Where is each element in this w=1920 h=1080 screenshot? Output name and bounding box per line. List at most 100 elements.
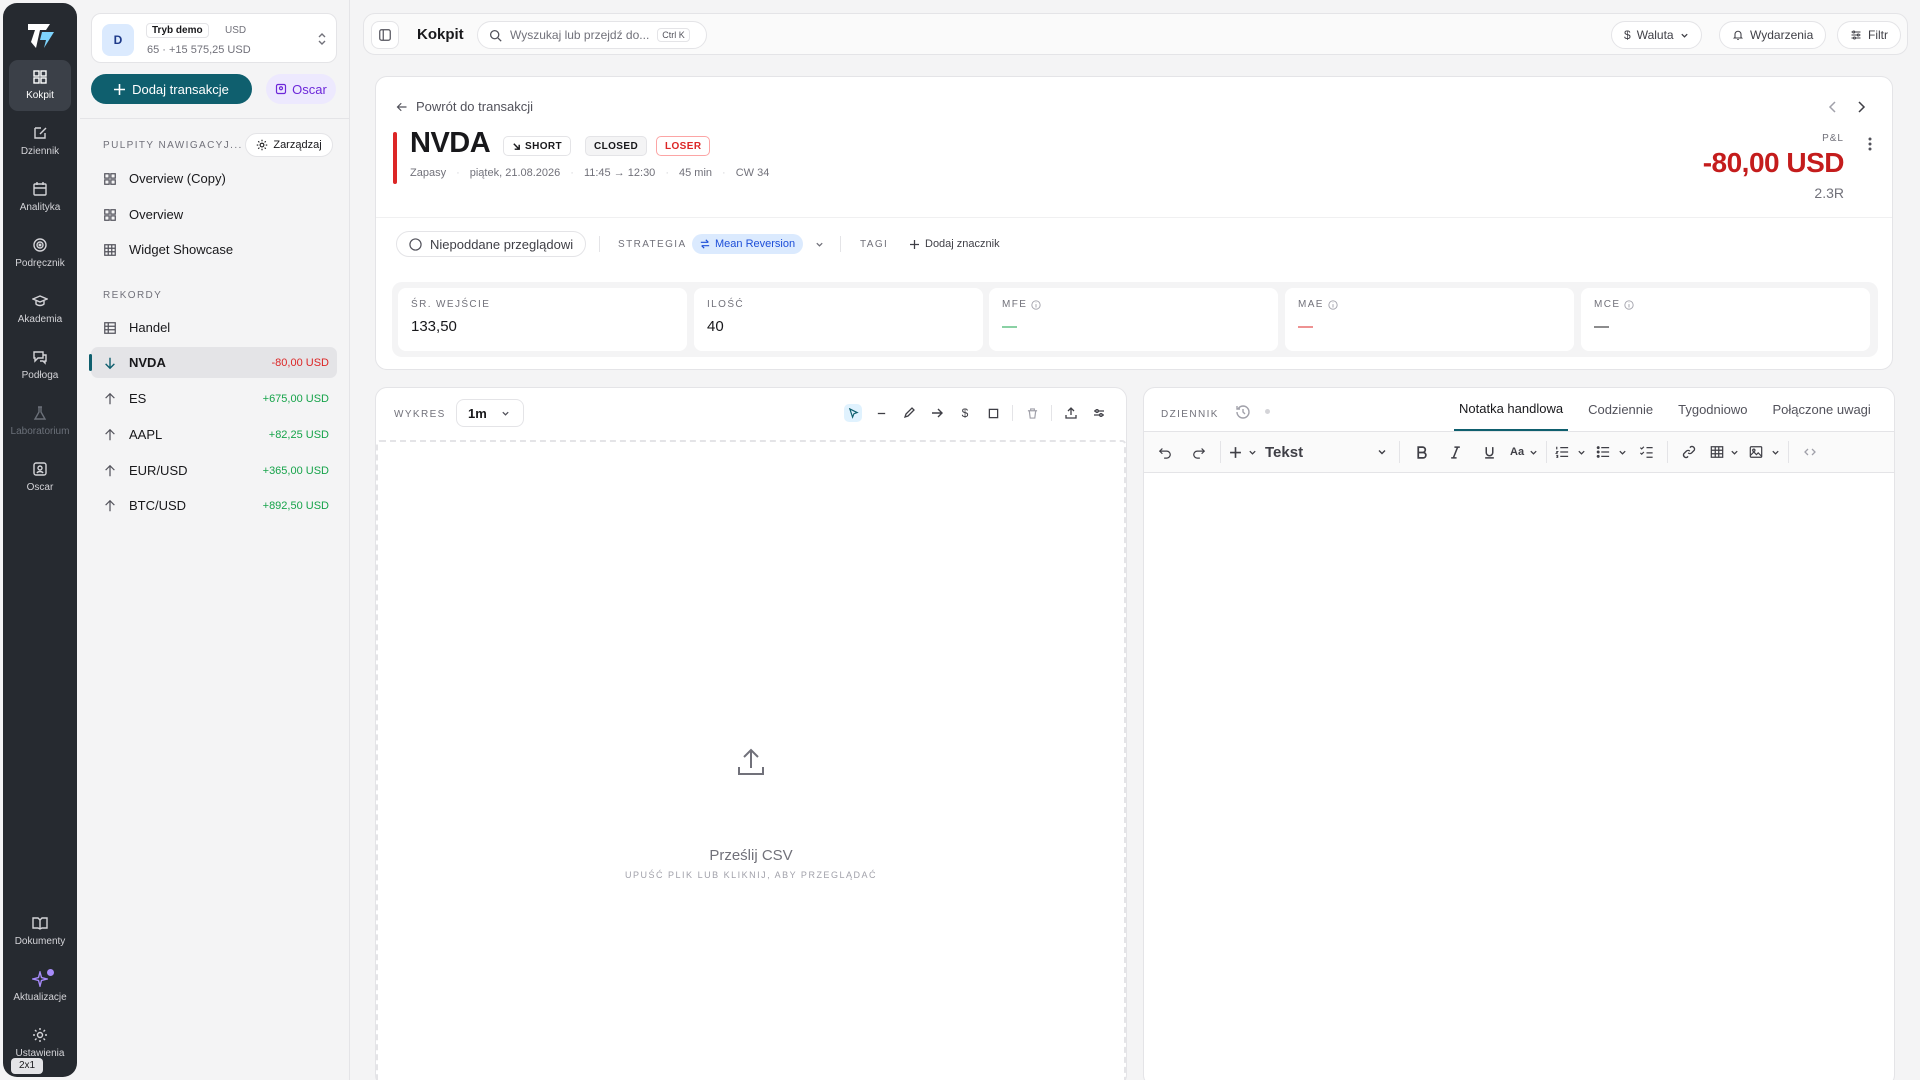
block-type-select[interactable]: Tekst bbox=[1265, 439, 1391, 465]
rectangle-tool[interactable] bbox=[984, 404, 1002, 422]
icon-rail: Kokpit Dziennik Analityka Podręcznik Aka… bbox=[3, 3, 77, 1077]
sidebar-item-widget-showcase[interactable]: Widget Showcase bbox=[91, 234, 337, 265]
meta-separator: · bbox=[570, 167, 574, 179]
bold-icon bbox=[1416, 445, 1427, 459]
record-pnl: +892,50 USD bbox=[262, 499, 329, 512]
csv-dropzone[interactable]: Prześlij CSV UPUŚĆ PLIK LUB KLIKNIJ, ABY… bbox=[376, 440, 1126, 1080]
image-button[interactable] bbox=[1749, 439, 1780, 465]
sidebar-item-btcusd[interactable]: BTC/USD +892,50 USD bbox=[91, 490, 337, 521]
journal-panel: DZIENNIK Notatka handlowa Codziennie Tyg… bbox=[1143, 387, 1895, 1080]
rail-item-dziennik[interactable]: Dziennik bbox=[9, 116, 71, 167]
settings-tool[interactable] bbox=[1090, 404, 1108, 422]
currency-button[interactable]: $ Waluta bbox=[1611, 21, 1702, 49]
back-link[interactable]: Powrót do transakcji bbox=[396, 99, 533, 114]
timeframe-select[interactable]: 1m bbox=[456, 399, 524, 427]
target-icon bbox=[33, 238, 47, 252]
checklist-button[interactable] bbox=[1633, 439, 1659, 465]
horizontal-line-tool[interactable] bbox=[872, 404, 890, 422]
app-logo[interactable] bbox=[25, 20, 57, 52]
stat-label-row: MCE bbox=[1594, 299, 1635, 310]
rail-item-podloga[interactable]: Podłoga bbox=[9, 340, 71, 391]
filter-button[interactable]: Filtr bbox=[1837, 21, 1901, 49]
sidebar-item-overview[interactable]: Overview bbox=[91, 199, 337, 230]
tab-trade-note[interactable]: Notatka handlowa bbox=[1454, 388, 1569, 431]
sidebar-item-eurusd[interactable]: EUR/USD +365,00 USD bbox=[91, 455, 337, 486]
delete-tool[interactable] bbox=[1023, 404, 1041, 422]
book-icon bbox=[32, 917, 48, 930]
tab-linked-notes[interactable]: Połączone uwagi bbox=[1768, 388, 1876, 431]
review-status-chip[interactable]: Niepoddane przeglądowi bbox=[396, 231, 587, 257]
arrow-tool[interactable] bbox=[928, 404, 946, 422]
oscar-button[interactable]: Oscar bbox=[266, 74, 336, 104]
sidebar-item-overview-copy[interactable]: Overview (Copy) bbox=[91, 163, 337, 194]
tab-weekly[interactable]: Tygodniowo bbox=[1673, 388, 1752, 431]
more-vertical-icon[interactable] bbox=[1868, 137, 1872, 151]
sidebar-item-nvda[interactable]: NVDA -80,00 USD bbox=[89, 347, 337, 378]
events-button[interactable]: Wydarzenia bbox=[1719, 21, 1827, 49]
link-button[interactable] bbox=[1676, 439, 1702, 465]
table-button[interactable] bbox=[1710, 439, 1739, 465]
arrow-down-right-icon bbox=[513, 142, 520, 150]
record-pnl: +82,25 USD bbox=[268, 428, 329, 441]
price-tool[interactable]: $ bbox=[956, 404, 974, 422]
underline-button[interactable] bbox=[1476, 439, 1502, 465]
info-icon[interactable] bbox=[1328, 299, 1338, 310]
rail-label: Podłoga bbox=[21, 370, 59, 381]
cursor-tool[interactable] bbox=[844, 404, 862, 422]
meta-separator: · bbox=[456, 167, 460, 179]
bullet-list-button[interactable] bbox=[1596, 439, 1627, 465]
chevron-right-icon[interactable] bbox=[1856, 101, 1866, 113]
checklist-icon bbox=[1639, 446, 1653, 458]
manage-button[interactable]: Zarządzaj bbox=[245, 133, 333, 157]
add-trade-button[interactable]: Dodaj transakcje bbox=[91, 74, 252, 104]
info-icon[interactable] bbox=[1624, 299, 1635, 310]
redo-button[interactable] bbox=[1186, 439, 1212, 465]
sidebar-item-aapl[interactable]: AAPL +82,25 USD bbox=[91, 419, 337, 450]
chevron-down-icon bbox=[1680, 33, 1688, 38]
undo-button[interactable] bbox=[1152, 439, 1178, 465]
toggle-sidebar-button[interactable] bbox=[371, 21, 399, 49]
bold-button[interactable] bbox=[1408, 439, 1434, 465]
sidebar-item-es[interactable]: ES +675,00 USD bbox=[91, 383, 337, 414]
ordered-list-button[interactable] bbox=[1555, 439, 1586, 465]
rail-item-oscar[interactable]: Oscar bbox=[9, 452, 71, 503]
rail-item-dokumenty[interactable]: Dokumenty bbox=[9, 906, 71, 957]
stat-label-row: MFE bbox=[1002, 299, 1041, 310]
tab-daily[interactable]: Codziennie bbox=[1583, 388, 1658, 431]
history-icon[interactable] bbox=[1235, 404, 1251, 420]
rail-item-laboratorium[interactable]: Laboratorium bbox=[9, 396, 71, 447]
rail-item-akademia[interactable]: Akademia bbox=[9, 284, 71, 335]
rail-item-podrecznik[interactable]: Podręcznik bbox=[9, 228, 71, 279]
status-label: CLOSED bbox=[594, 140, 639, 152]
editor-content[interactable] bbox=[1144, 474, 1894, 1080]
add-tag-button[interactable]: Dodaj znacznik bbox=[902, 232, 1008, 256]
stat-value: — bbox=[1594, 318, 1609, 335]
code-button[interactable] bbox=[1797, 439, 1823, 465]
strategy-badge[interactable]: Mean Reversion bbox=[692, 234, 804, 254]
info-icon[interactable] bbox=[1031, 299, 1041, 310]
text-size-button[interactable]: Aa bbox=[1510, 439, 1538, 465]
journal-label: DZIENNIK bbox=[1161, 409, 1219, 420]
insert-button[interactable] bbox=[1229, 439, 1257, 465]
chevron-left-icon[interactable] bbox=[1828, 101, 1838, 113]
rail-item-aktualizacje[interactable]: Aktualizacje bbox=[9, 962, 71, 1013]
trade-date: piątek, 21.08.2026 bbox=[469, 167, 561, 179]
gear-icon bbox=[257, 139, 268, 151]
chevron-down-icon[interactable] bbox=[815, 240, 824, 249]
pen-tool[interactable] bbox=[900, 404, 918, 422]
rail-label: Akademia bbox=[17, 314, 63, 325]
sparkle-icon bbox=[32, 971, 48, 987]
rail-item-analityka[interactable]: Analityka bbox=[9, 172, 71, 223]
account-switcher[interactable]: D Tryb demo USD 65 · +15 575,25 USD bbox=[91, 13, 337, 63]
italic-button[interactable] bbox=[1442, 439, 1468, 465]
search-icon bbox=[489, 29, 502, 42]
journal-edit-icon bbox=[34, 127, 47, 139]
upload-tool[interactable] bbox=[1062, 404, 1080, 422]
record-pnl: +675,00 USD bbox=[262, 392, 329, 405]
rail-item-kokpit[interactable]: Kokpit bbox=[9, 60, 71, 111]
sidebar-item-handel[interactable]: Handel bbox=[91, 312, 337, 343]
divider bbox=[1546, 441, 1548, 463]
cursor-icon bbox=[848, 407, 859, 419]
search-input[interactable]: Wyszukaj lub przejdź do... Ctrl K bbox=[477, 21, 707, 49]
divider bbox=[1399, 441, 1400, 463]
